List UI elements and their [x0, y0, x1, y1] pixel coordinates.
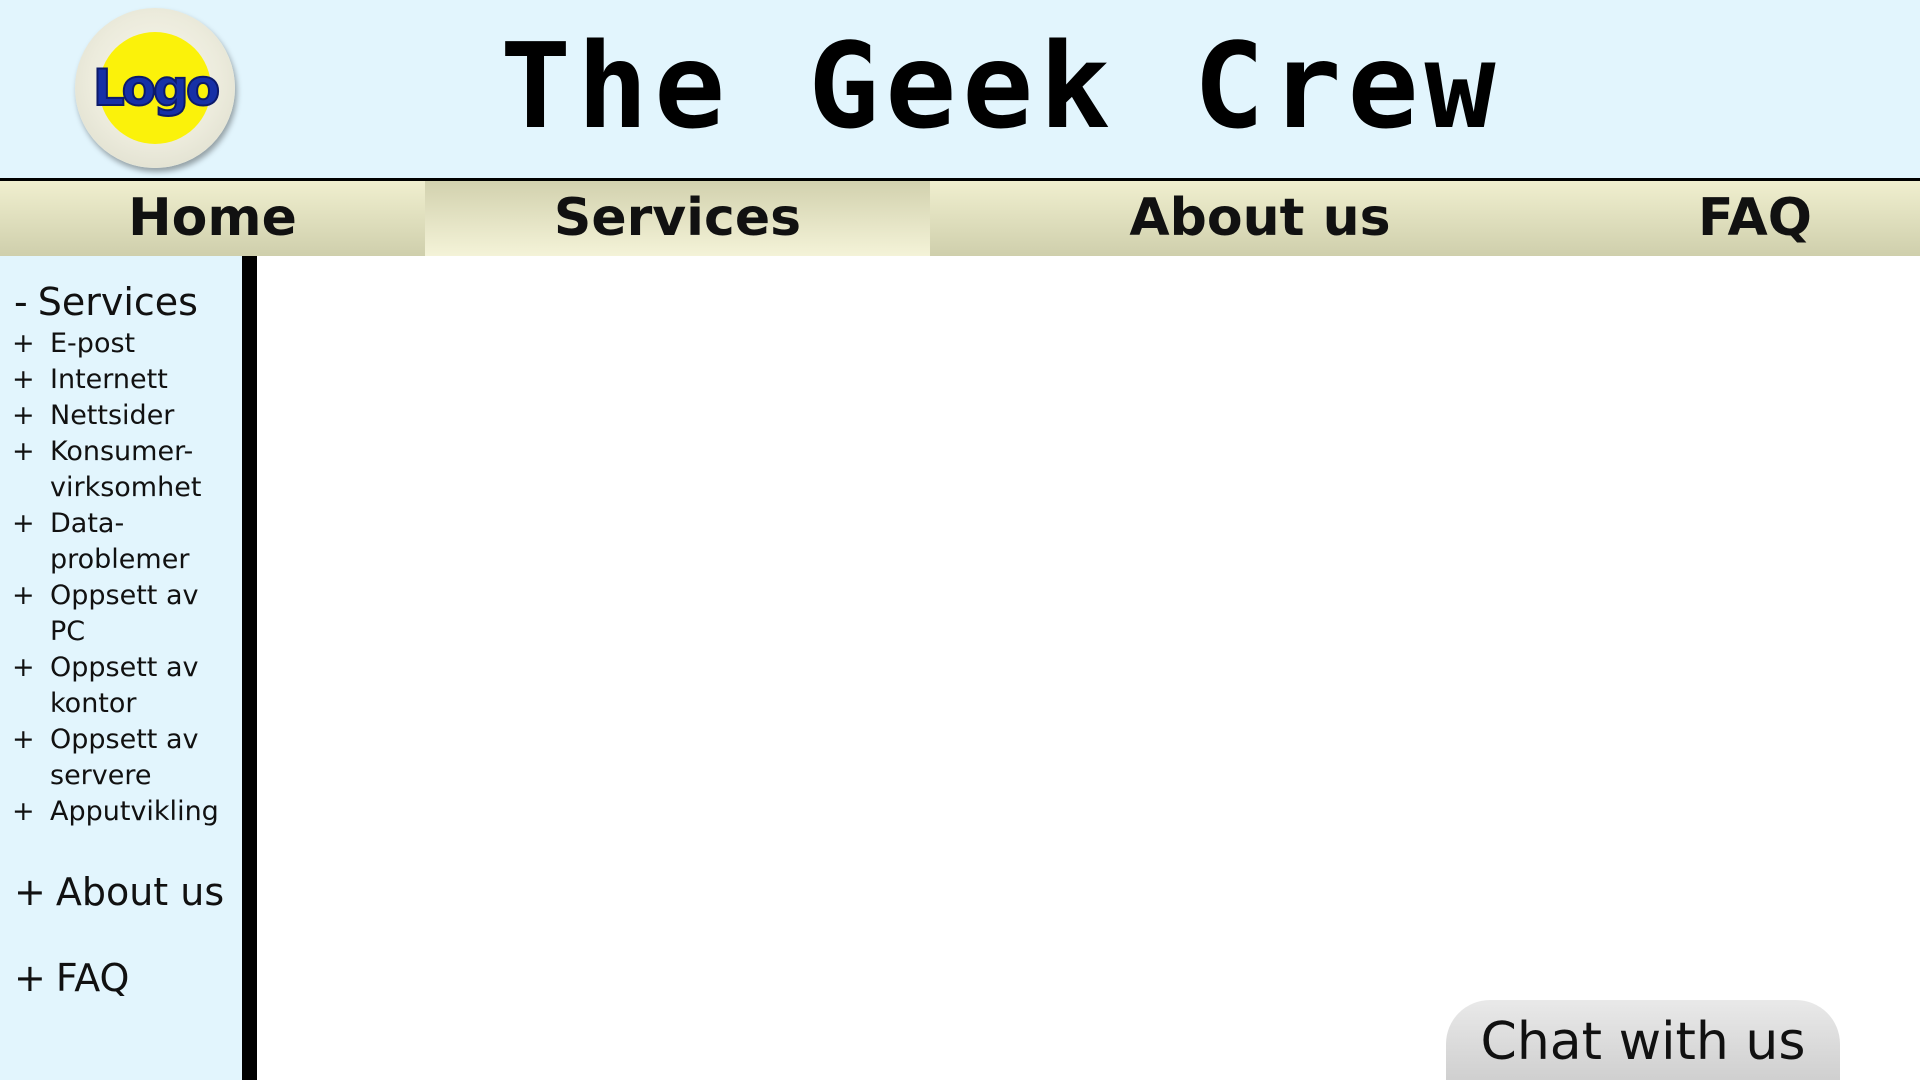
- nav-item-about-us[interactable]: About us: [930, 181, 1590, 256]
- nav-item-services[interactable]: Services: [425, 181, 930, 256]
- sidebar-item-oppsett-av-pc[interactable]: + Oppsett av PC: [0, 578, 242, 650]
- sidebar-heading-faq[interactable]: + FAQ: [14, 956, 129, 1000]
- sidebar-divider: [242, 256, 257, 1080]
- sidebar-heading-label: FAQ: [55, 956, 130, 1000]
- sidebar: - Services + E-post + Internett + Nettsid…: [0, 256, 242, 1080]
- expand-icon: +: [12, 400, 35, 431]
- sidebar-item-label: Oppsett av kontor: [50, 652, 199, 719]
- sidebar-item-apputvikling[interactable]: + Apputvikling: [0, 794, 242, 830]
- sidebar-heading-about-us[interactable]: + About us: [14, 870, 224, 914]
- expand-icon: +: [14, 956, 46, 1000]
- expand-icon: +: [12, 328, 35, 359]
- expand-icon: +: [12, 436, 35, 467]
- sidebar-item-label: E-post: [50, 328, 136, 359]
- site-title: The Geek Crew: [500, 17, 1502, 155]
- sidebar-item-dataproblemer[interactable]: + Data- problemer: [0, 506, 242, 578]
- sidebar-item-oppsett-av-servere[interactable]: + Oppsett av servere: [0, 722, 242, 794]
- sidebar-item-label: Apputvikling: [50, 796, 219, 827]
- sidebar-heading-label: Services: [37, 280, 198, 324]
- sidebar-item-internett[interactable]: + Internett: [0, 362, 242, 398]
- expand-icon: +: [12, 364, 35, 395]
- sidebar-item-e-post[interactable]: + E-post: [0, 326, 242, 362]
- sidebar-item-nettsider[interactable]: + Nettsider: [0, 398, 242, 434]
- logo[interactable]: Logo: [75, 8, 235, 168]
- sidebar-heading-services[interactable]: - Services: [14, 280, 198, 324]
- sidebar-heading-label: About us: [55, 870, 225, 914]
- services-list: + E-post + Internett + Nettsider + Konsu…: [0, 326, 242, 830]
- expand-icon: +: [12, 508, 35, 539]
- expand-icon: +: [14, 870, 46, 914]
- sidebar-item-label: Data- problemer: [50, 508, 190, 575]
- sidebar-item-label: Konsumer- virksomhet: [50, 436, 202, 503]
- expand-icon: +: [12, 652, 35, 683]
- sidebar-item-konsumervirksomhet[interactable]: + Konsumer- virksomhet: [0, 434, 242, 506]
- sidebar-item-label: Nettsider: [50, 400, 175, 431]
- chat-button[interactable]: Chat with us: [1446, 1000, 1840, 1080]
- main-nav: Home Services About us FAQ: [0, 178, 1920, 256]
- main-content: [257, 256, 1920, 1080]
- sidebar-item-label: Oppsett av servere: [50, 724, 199, 791]
- expand-icon: +: [12, 724, 35, 755]
- collapse-icon: -: [14, 280, 28, 324]
- sidebar-item-label: Internett: [50, 364, 168, 395]
- nav-item-home[interactable]: Home: [0, 181, 425, 256]
- sidebar-item-oppsett-av-kontor[interactable]: + Oppsett av kontor: [0, 650, 242, 722]
- sidebar-item-label: Oppsett av PC: [50, 580, 199, 647]
- expand-icon: +: [12, 580, 35, 611]
- nav-item-faq[interactable]: FAQ: [1590, 181, 1920, 256]
- page: Logo The Geek Crew Home Services About u…: [0, 0, 1920, 1080]
- expand-icon: +: [12, 796, 35, 827]
- site-header: Logo The Geek Crew: [0, 0, 1920, 178]
- logo-text: Logo: [92, 58, 221, 118]
